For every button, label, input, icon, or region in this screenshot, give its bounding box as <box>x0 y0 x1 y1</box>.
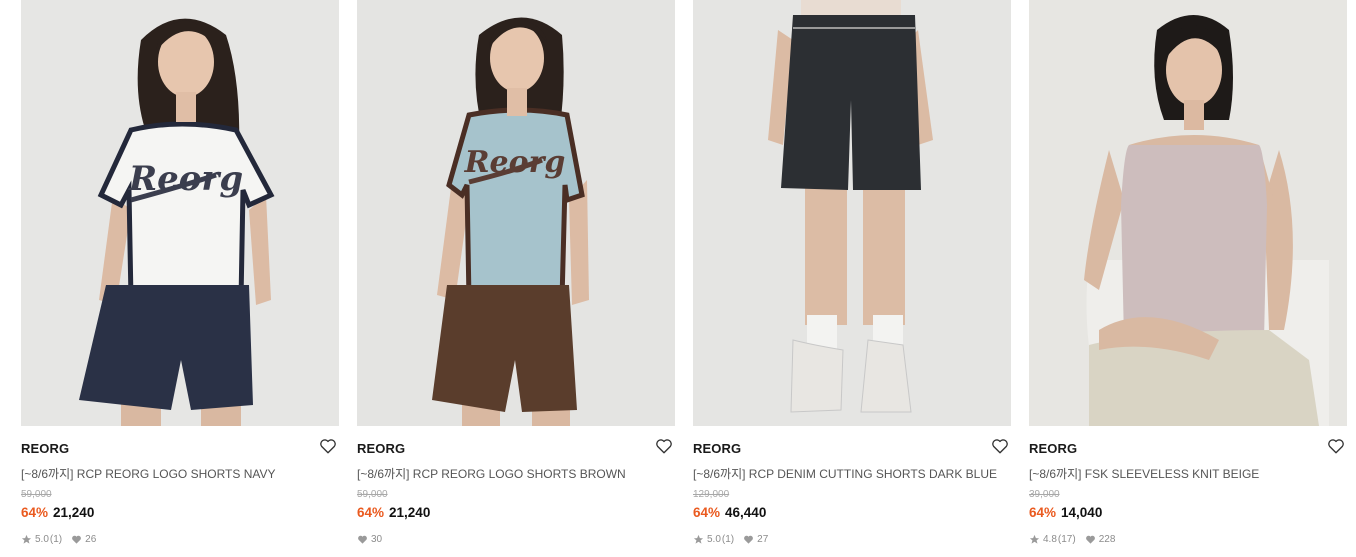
heart-filled-icon <box>72 535 82 544</box>
wishlist-button[interactable] <box>655 437 673 455</box>
sale-price: 46,440 <box>725 505 767 520</box>
rating-value: 5.0 <box>707 534 721 545</box>
original-price: 59,000 <box>357 489 388 500</box>
product-meta: 4.8 (17) 228 <box>1029 534 1124 545</box>
rating-group: 4.8 (17) <box>1029 534 1076 545</box>
brand-name[interactable]: REORG <box>693 441 741 456</box>
wishlist-button[interactable] <box>1327 437 1345 455</box>
product-image[interactable] <box>693 0 1011 426</box>
heart-filled-icon <box>358 535 367 544</box>
rating-group: 5.0 (1) <box>21 534 62 545</box>
discount-rate: 64% <box>693 505 721 520</box>
product-meta: 5.0 (1) 26 <box>21 534 105 545</box>
star-icon <box>1029 534 1040 544</box>
like-count: 228 <box>1098 534 1116 545</box>
heart-outline-icon <box>320 439 336 454</box>
product-photo-navy-shorts: Reorg <box>21 0 339 426</box>
sale-price: 21,240 <box>53 505 95 520</box>
sale-price-row: 64% 46,440 <box>693 505 766 520</box>
brand-name[interactable]: REORG <box>1029 441 1077 456</box>
sale-price: 14,040 <box>1061 505 1103 520</box>
like-count: 27 <box>757 534 769 545</box>
sale-price-row: 64% 21,240 <box>21 505 94 520</box>
original-price: 39,000 <box>1029 489 1060 500</box>
review-count: (17) <box>1057 534 1076 545</box>
original-price: 59,000 <box>21 489 52 500</box>
heart-outline-icon <box>656 439 672 454</box>
review-count: (1) <box>721 534 735 545</box>
product-photo-denim-shorts <box>693 0 1011 426</box>
sale-price: 21,240 <box>389 505 431 520</box>
brand-name[interactable]: REORG <box>357 441 405 456</box>
rating-value: 5.0 <box>35 534 49 545</box>
product-card[interactable]: REORG [~8/6까지] FSK SLEEVELESS KNIT BEIGE… <box>1029 0 1347 557</box>
product-card[interactable]: Reorg REORG [~8/6까지] RCP REORG LOGO SHOR… <box>21 0 339 557</box>
likes-group: 26 <box>71 534 96 545</box>
product-meta: 30 <box>357 534 391 545</box>
discount-rate: 64% <box>21 505 49 520</box>
product-image[interactable]: Reorg <box>21 0 339 426</box>
product-name[interactable]: [~8/6까지] FSK SLEEVELESS KNIT BEIGE <box>1029 465 1259 482</box>
star-icon <box>693 534 704 544</box>
wishlist-button[interactable] <box>991 437 1009 455</box>
product-grid: Reorg REORG [~8/6까지] RCP REORG LOGO SHOR… <box>0 0 1356 557</box>
rating-value: 4.8 <box>1043 534 1057 545</box>
likes-group: 30 <box>357 534 382 545</box>
product-photo-beige-knit <box>1029 0 1347 426</box>
heart-filled-icon <box>1085 535 1095 544</box>
product-meta: 5.0 (1) 27 <box>693 534 777 545</box>
product-photo-brown-shorts: Reorg <box>357 0 675 426</box>
likes-group: 228 <box>1085 534 1116 545</box>
wishlist-button[interactable] <box>319 437 337 455</box>
discount-rate: 64% <box>357 505 385 520</box>
svg-text:Reorg: Reorg <box>464 145 566 180</box>
discount-rate: 64% <box>1029 505 1057 520</box>
heart-outline-icon <box>1328 439 1344 454</box>
product-name[interactable]: [~8/6까지] RCP DENIM CUTTING SHORTS DARK B… <box>693 465 997 482</box>
sale-price-row: 64% 14,040 <box>1029 505 1102 520</box>
product-card[interactable]: Reorg REORG [~8/6까지] RCP REORG LOGO SHOR… <box>357 0 675 557</box>
product-image[interactable]: Reorg <box>357 0 675 426</box>
likes-group: 27 <box>743 534 768 545</box>
product-name[interactable]: [~8/6까지] RCP REORG LOGO SHORTS NAVY <box>21 465 275 482</box>
like-count: 26 <box>85 534 97 545</box>
rating-group: 5.0 (1) <box>693 534 734 545</box>
brand-name[interactable]: REORG <box>21 441 69 456</box>
product-image[interactable] <box>1029 0 1347 426</box>
review-count: (1) <box>49 534 63 545</box>
product-card[interactable]: REORG [~8/6까지] RCP DENIM CUTTING SHORTS … <box>693 0 1011 557</box>
like-count: 30 <box>371 534 383 545</box>
original-price: 129,000 <box>693 489 730 500</box>
sale-price-row: 64% 21,240 <box>357 505 430 520</box>
svg-text:Reorg: Reorg <box>128 159 243 199</box>
star-icon <box>21 534 32 544</box>
heart-outline-icon <box>992 439 1008 454</box>
product-name[interactable]: [~8/6까지] RCP REORG LOGO SHORTS BROWN <box>357 465 626 482</box>
heart-filled-icon <box>744 535 754 544</box>
